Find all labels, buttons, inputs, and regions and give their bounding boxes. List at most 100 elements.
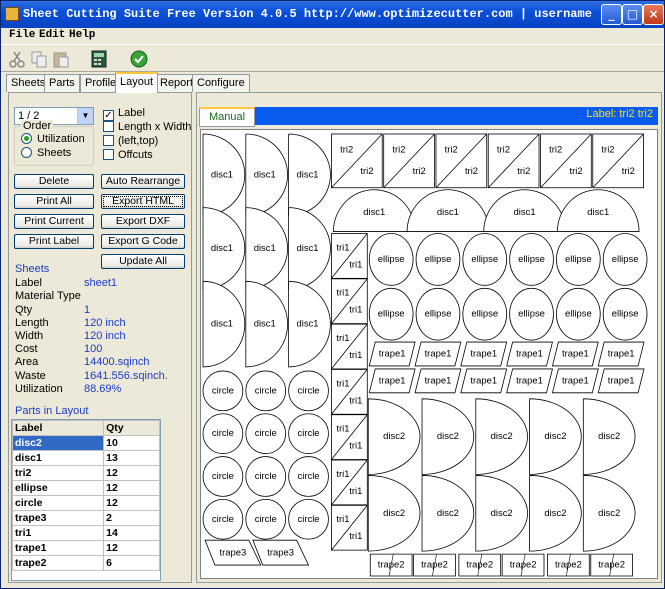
part-label: tri1 (336, 514, 349, 525)
part-label: circle (212, 471, 234, 482)
run-icon[interactable] (129, 49, 149, 69)
table-header-row: Label Qty (12, 420, 160, 436)
print-label-button[interactable]: Print Label (14, 234, 94, 249)
table-row[interactable]: trape2 6 (12, 555, 160, 571)
tab-parts[interactable]: Parts (44, 74, 80, 92)
checkbox-length-width[interactable]: Length x Width (103, 121, 191, 135)
table-row[interactable]: trape1 12 (12, 540, 160, 556)
update-all-button[interactable]: Update All (101, 254, 185, 269)
close-button[interactable]: × (643, 4, 664, 25)
main-tabs: Sheets Parts Profile Layout Report Confi… (1, 72, 664, 93)
part-label: ellipse (612, 254, 639, 265)
menu-help[interactable]: Help (69, 29, 95, 41)
prop-width-value: 120 inch (84, 330, 126, 342)
part-label: tri1 (336, 333, 349, 344)
cutting-layout-sheet[interactable]: disc1 disc1 disc1 disc1 disc1 disc1 disc1 disc1… (200, 129, 658, 579)
part-label: ellipse (565, 309, 592, 320)
part-label: disc2 (383, 508, 405, 519)
part-label: disc1 (297, 319, 319, 330)
cut-icon[interactable] (7, 49, 27, 69)
part-label: disc1 (587, 207, 609, 218)
chevron-down-icon[interactable]: ▼ (77, 108, 93, 124)
order-title: Order (21, 120, 54, 132)
part-label: circle (298, 514, 320, 525)
part-label: disc1 (514, 207, 536, 218)
part-label: disc2 (437, 431, 459, 442)
layout-view-panel: Manual Label: tri2 tri2 disc1 disc1 disc1 d… (196, 92, 662, 583)
export-dxf-button[interactable]: Export DXF (101, 214, 185, 229)
part-label: disc2 (491, 508, 513, 519)
checkbox-offcuts[interactable]: Offcuts (103, 149, 153, 163)
part-label: trape2 (510, 560, 537, 571)
part-label: disc2 (383, 431, 405, 442)
layout-options-panel: 1 / 2 ▼ ✓ Label Length x Width (left,top)… (8, 92, 192, 583)
part-label: tri2 (392, 145, 405, 156)
table-row[interactable]: ellipse 12 (12, 480, 160, 496)
window-title: Sheet Cutting Suite Free Version 4.0.5 h… (23, 7, 628, 21)
part-label: trape1 (608, 375, 635, 386)
part-label: tri2 (340, 145, 353, 156)
app-window: Sheet Cutting Suite Free Version 4.0.5 h… (0, 0, 665, 589)
part-label: disc2 (544, 508, 566, 519)
part-label: circle (212, 428, 234, 439)
delete-button[interactable]: Delete (14, 174, 94, 189)
calculator-icon[interactable] (89, 49, 109, 69)
part-label: tri2 (497, 145, 510, 156)
part-label: trape2 (421, 560, 448, 571)
part-label: circle (255, 514, 277, 525)
table-row[interactable]: tri1 14 (12, 525, 160, 541)
part-label: trape3 (219, 548, 246, 559)
prop-label-value: sheet1 (84, 277, 118, 289)
auto-rearrange-button[interactable]: Auto Rearrange (101, 174, 185, 189)
checkbox-left-top[interactable]: (left,top) (103, 135, 158, 149)
title-bar[interactable]: Sheet Cutting Suite Free Version 4.0.5 h… (1, 1, 664, 28)
col-qty-header[interactable]: Qty (103, 420, 160, 436)
minimize-button[interactable]: _ (601, 4, 622, 25)
part-label: disc2 (491, 431, 513, 442)
menu-bar: File Edit Help (1, 28, 664, 44)
part-label: ellipse (378, 254, 405, 265)
part-label: circle (255, 428, 277, 439)
parts-table[interactable]: Label Qty disc2 10 disc1 13 tri2 12 ellipse… (11, 419, 161, 581)
part-label: ellipse (425, 254, 452, 265)
col-label-header[interactable]: Label (12, 420, 105, 436)
part-label: tri2 (445, 145, 458, 156)
part-label: circle (212, 385, 234, 396)
part-label: tri1 (336, 288, 349, 299)
tab-manual[interactable]: Manual (199, 107, 255, 127)
maximize-button[interactable]: □ (622, 4, 643, 25)
tab-layout[interactable]: Layout (115, 72, 159, 93)
part-label: ellipse (378, 309, 405, 320)
part-label: tri1 (336, 469, 349, 480)
menu-edit[interactable]: Edit (39, 29, 65, 41)
part-label: trape1 (379, 375, 406, 386)
print-all-button[interactable]: Print All (14, 194, 94, 209)
table-row[interactable]: disc2 10 (12, 435, 160, 451)
part-label: circle (298, 428, 320, 439)
copy-icon[interactable] (29, 49, 49, 69)
radio-utilization[interactable]: Utilization (21, 133, 85, 145)
export-gcode-button[interactable]: Export G Code (101, 234, 185, 249)
table-row[interactable]: circle 12 (12, 495, 160, 511)
table-row[interactable]: disc1 13 (12, 450, 160, 466)
prop-qty-value: 1 (84, 304, 91, 316)
paste-icon[interactable] (51, 49, 71, 69)
print-current-button[interactable]: Print Current (14, 214, 94, 229)
part-label: disc1 (363, 207, 385, 218)
table-row[interactable]: trape3 2 (12, 510, 160, 526)
prop-cost-label: Cost (15, 343, 38, 355)
tab-configure[interactable]: Configure (192, 74, 250, 92)
prop-utilization-value: 88.69% (84, 383, 122, 395)
radio-sheets[interactable]: Sheets (21, 147, 71, 159)
table-row[interactable]: tri2 12 (12, 465, 160, 481)
sheets-section-title: Sheets (15, 263, 50, 275)
part-label: ellipse (471, 254, 498, 265)
checkbox-label[interactable]: ✓ Label (103, 107, 145, 121)
part-label: disc2 (437, 508, 459, 519)
part-label: trape3 (267, 548, 294, 559)
menu-file[interactable]: File (9, 29, 35, 41)
part-label: disc1 (254, 243, 276, 254)
part-label: ellipse (612, 309, 639, 320)
export-html-button[interactable]: Export HTML (101, 194, 185, 209)
part-label: circle (298, 471, 320, 482)
